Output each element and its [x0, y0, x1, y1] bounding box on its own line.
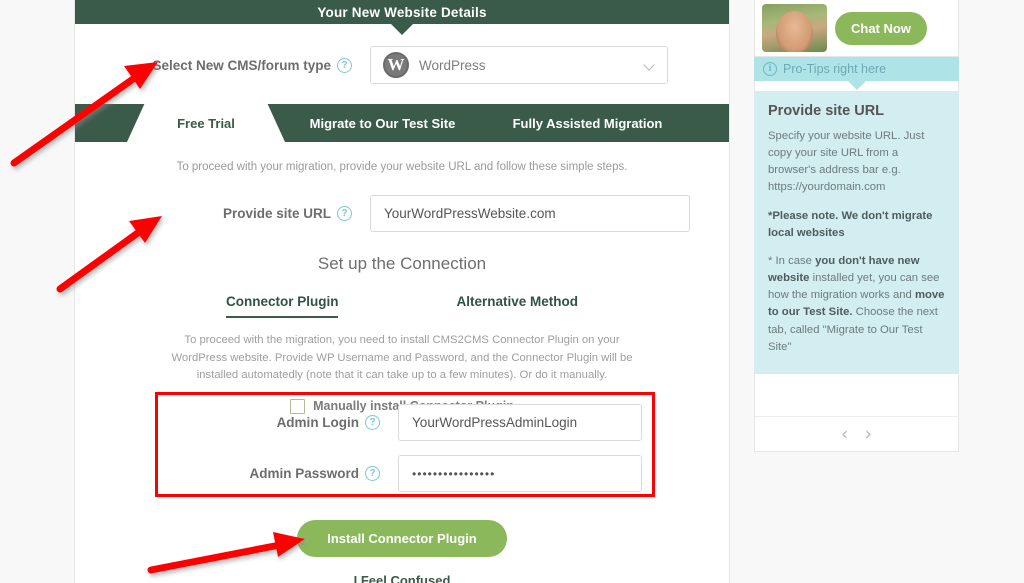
admin-login-label: Admin Login ?	[168, 415, 381, 430]
site-url-row: Provide site URL ? YourWordPressWebsite.…	[75, 195, 729, 232]
connection-subtabs: Connector Plugin Alternative Method	[75, 294, 729, 318]
chevron-right-icon[interactable]: ›	[865, 423, 873, 445]
main-panel: Your New Website Details Select New CMS/…	[74, 0, 730, 583]
tab-free-trial[interactable]: Free Trial	[127, 104, 285, 142]
admin-password-label-text: Admin Password	[249, 466, 360, 481]
tab-fully-assisted-migration[interactable]: Fully Assisted Migration	[480, 104, 695, 142]
credentials-highlight-box: Admin Login ? YourWordPressAdminLogin Ad…	[155, 392, 655, 497]
cms-select-row: Select New CMS/forum type ? W WordPress	[75, 46, 729, 84]
cms-selected-value: WordPress	[419, 57, 486, 73]
help-icon[interactable]: ?	[365, 466, 381, 481]
panel-header: Your New Website Details	[75, 0, 729, 24]
cms-select-label: Select New CMS/forum type ?	[97, 57, 352, 73]
cms-select-dropdown[interactable]: W WordPress	[370, 46, 668, 84]
site-url-input[interactable]: YourWordPressWebsite.com	[370, 195, 690, 232]
connection-description: To proceed with the migration, you need …	[171, 334, 633, 381]
pro-tips-paragraph-3: * In case you don't have new website ins…	[768, 253, 945, 356]
avatar	[762, 4, 827, 52]
right-sidebar: Chat Now i Pro-Tips right here Provide s…	[754, 0, 959, 452]
subtab-alternative-method[interactable]: Alternative Method	[456, 294, 578, 318]
connection-section-title: Set up the Connection	[317, 254, 487, 273]
subtab-connector-plugin-label: Connector Plugin	[225, 294, 339, 309]
admin-password-row: Admin Password ? ••••••••••••••••	[158, 455, 652, 492]
site-url-label: Provide site URL ?	[97, 206, 352, 221]
subtab-connector-plugin[interactable]: Connector Plugin	[225, 294, 339, 318]
help-icon[interactable]: ?	[337, 206, 352, 221]
chevron-down-icon	[643, 59, 655, 71]
admin-login-input[interactable]: YourWordPressAdminLogin	[398, 404, 642, 441]
tab-fully-assisted-migration-label: Fully Assisted Migration	[512, 115, 663, 131]
chat-now-button[interactable]: Chat Now	[835, 11, 927, 45]
tab-free-trial-label: Free Trial	[177, 115, 235, 131]
pro-tips-notch-icon	[847, 81, 866, 90]
site-url-label-text: Provide site URL	[222, 206, 331, 221]
admin-password-label: Admin Password ?	[168, 466, 381, 481]
i-feel-confused-link[interactable]: I Feel Confused	[75, 573, 729, 583]
pro-tips-paragraph-1: Specify your website URL. Just copy your…	[768, 130, 925, 194]
admin-login-row: Admin Login ? YourWordPressAdminLogin	[158, 404, 652, 441]
pro-tips-paragraph-2-bold: *Please note. We don't migrate local web…	[768, 209, 933, 239]
help-icon[interactable]: ?	[337, 57, 352, 73]
help-icon[interactable]: ?	[365, 415, 381, 430]
tab-migrate-test-site[interactable]: Migrate to Our Test Site	[285, 104, 480, 142]
pro-tips-title: Provide site URL	[768, 103, 885, 119]
info-icon: i	[763, 62, 777, 76]
tab-migrate-test-site-label: Migrate to Our Test Site	[309, 115, 456, 131]
pro-tips-bar: i Pro-Tips right here	[754, 57, 959, 81]
chevron-left-icon[interactable]: ‹	[841, 423, 849, 445]
install-connector-plugin-button[interactable]: Install Connector Plugin	[297, 520, 507, 557]
action-area: Install Connector Plugin I Feel Confused	[75, 520, 729, 583]
pro-tips-nav: ‹ ›	[754, 415, 959, 452]
pro-tips-spacer	[754, 373, 959, 416]
screenshot-root: Your New Website Details Select New CMS/…	[0, 0, 1024, 583]
header-notch-icon	[391, 24, 413, 35]
cms-select-label-text: Select New CMS/forum type	[152, 57, 331, 73]
pro-tips-bar-label: Pro-Tips right here	[783, 62, 887, 76]
intro-text: To proceed with your migration, provide …	[176, 161, 628, 173]
wordpress-icon: W	[383, 52, 409, 78]
tab-strip: Free Trial Migrate to Our Test Site Full…	[75, 104, 729, 142]
subtab-alternative-method-label: Alternative Method	[456, 294, 578, 309]
admin-password-input[interactable]: ••••••••••••••••	[398, 455, 642, 492]
pro-tips-paragraph-2: *Please note. We don't migrate local web…	[768, 208, 945, 242]
panel-header-title: Your New Website Details	[317, 4, 487, 20]
chat-card: Chat Now	[754, 0, 959, 57]
pro-tips-p3-a: * In case	[768, 254, 816, 267]
pro-tips-body: Provide site URL Specify your website UR…	[754, 91, 959, 374]
pro-tips-notch-wrap	[754, 81, 959, 91]
admin-login-label-text: Admin Login	[276, 415, 360, 430]
